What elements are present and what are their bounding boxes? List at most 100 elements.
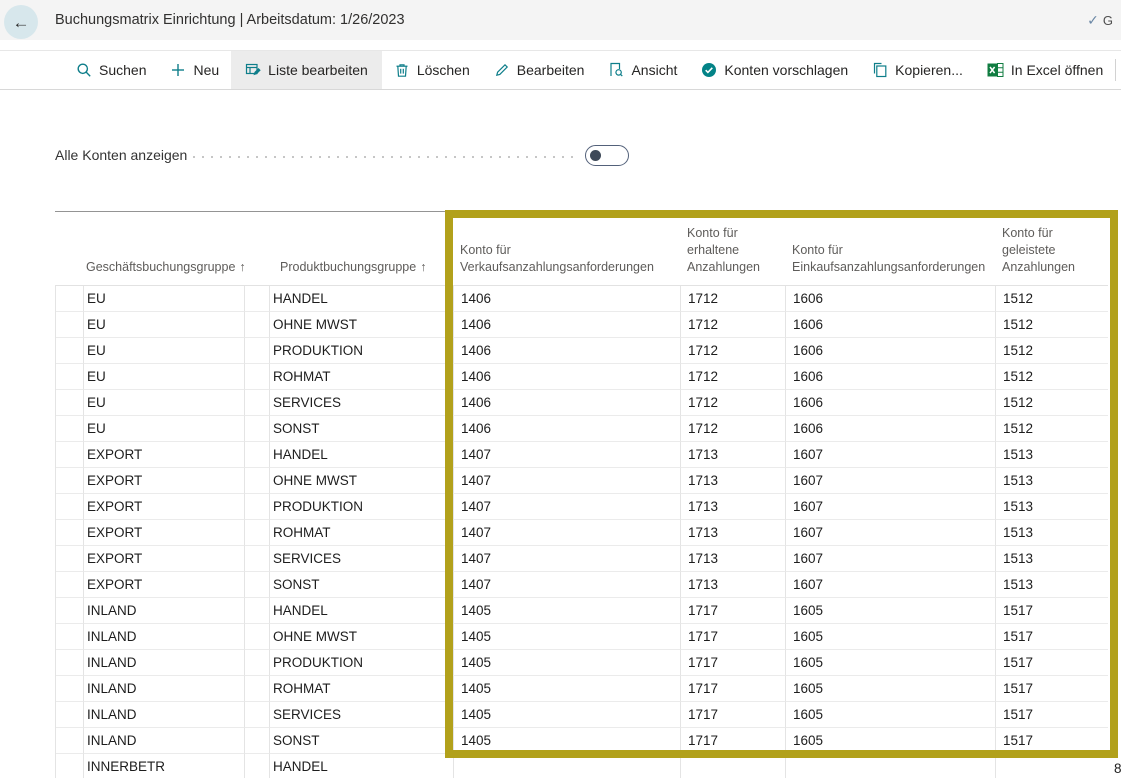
- cell-einkaufsanzahlungsanforderungen[interactable]: 1605: [786, 598, 996, 624]
- cell-verkaufsanzahlungsanforderungen[interactable]: 1406: [454, 338, 681, 364]
- cell-erhaltene-anzahlungen[interactable]: 1713: [681, 468, 786, 494]
- row-select-cell[interactable]: [56, 728, 84, 754]
- cell-einkaufsanzahlungsanforderungen[interactable]: 1605: [786, 676, 996, 702]
- cell-einkaufsanzahlungsanforderungen[interactable]: 1605: [786, 728, 996, 754]
- cell-geschaeftsbuchungsgruppe[interactable]: INLAND: [84, 702, 245, 728]
- cell-erhaltene-anzahlungen[interactable]: 1713: [681, 572, 786, 598]
- cell-erhaltene-anzahlungen[interactable]: 1717: [681, 728, 786, 754]
- cell-verkaufsanzahlungsanforderungen[interactable]: 1405: [454, 728, 681, 754]
- cell-geleistete-anzahlungen[interactable]: [996, 754, 1108, 778]
- table-row[interactable]: INLAND SERVICES 1405 1717 1605 1517: [56, 702, 1108, 728]
- cell-verkaufsanzahlungsanforderungen[interactable]: 1405: [454, 598, 681, 624]
- cell-geleistete-anzahlungen[interactable]: 1512: [996, 390, 1108, 416]
- cell-geschaeftsbuchungsgruppe[interactable]: INLAND: [84, 676, 245, 702]
- suggest-accounts-button[interactable]: Konten vorschlagen: [689, 51, 860, 89]
- row-select-cell[interactable]: [56, 416, 84, 442]
- table-row[interactable]: INLAND PRODUKTION 1405 1717 1605 1517: [56, 650, 1108, 676]
- show-all-accounts-toggle[interactable]: [585, 145, 629, 166]
- cell-erhaltene-anzahlungen[interactable]: 1712: [681, 312, 786, 338]
- cell-geleistete-anzahlungen[interactable]: 1512: [996, 416, 1108, 442]
- cell-geschaeftsbuchungsgruppe[interactable]: INNERBETR: [84, 754, 245, 778]
- cell-verkaufsanzahlungsanforderungen[interactable]: 1405: [454, 624, 681, 650]
- cell-geleistete-anzahlungen[interactable]: 1513: [996, 468, 1108, 494]
- cell-verkaufsanzahlungsanforderungen[interactable]: 1405: [454, 702, 681, 728]
- row-select-cell[interactable]: [56, 442, 84, 468]
- cell-verkaufsanzahlungsanforderungen[interactable]: 1407: [454, 442, 681, 468]
- row-select-cell[interactable]: [56, 390, 84, 416]
- table-row[interactable]: EXPORT OHNE MWST 1407 1713 1607 1513: [56, 468, 1108, 494]
- cell-verkaufsanzahlungsanforderungen[interactable]: 1406: [454, 390, 681, 416]
- cell-einkaufsanzahlungsanforderungen[interactable]: 1606: [786, 390, 996, 416]
- cell-einkaufsanzahlungsanforderungen[interactable]: 1606: [786, 312, 996, 338]
- cell-erhaltene-anzahlungen[interactable]: 1713: [681, 520, 786, 546]
- cell-produktbuchungsgruppe[interactable]: HANDEL: [270, 286, 454, 312]
- cell-produktbuchungsgruppe[interactable]: SERVICES: [270, 546, 454, 572]
- row-select-cell[interactable]: [56, 598, 84, 624]
- cell-einkaufsanzahlungsanforderungen[interactable]: 1607: [786, 494, 996, 520]
- cell-erhaltene-anzahlungen[interactable]: 1717: [681, 598, 786, 624]
- cell-produktbuchungsgruppe[interactable]: SERVICES: [270, 390, 454, 416]
- cell-einkaufsanzahlungsanforderungen[interactable]: 1606: [786, 338, 996, 364]
- cell-geschaeftsbuchungsgruppe[interactable]: EU: [84, 364, 245, 390]
- cell-geleistete-anzahlungen[interactable]: 1513: [996, 520, 1108, 546]
- cell-produktbuchungsgruppe[interactable]: OHNE MWST: [270, 624, 454, 650]
- cell-produktbuchungsgruppe[interactable]: PRODUKTION: [270, 494, 454, 520]
- cell-produktbuchungsgruppe[interactable]: OHNE MWST: [270, 312, 454, 338]
- cell-verkaufsanzahlungsanforderungen[interactable]: 1405: [454, 650, 681, 676]
- view-button[interactable]: Ansicht: [596, 51, 689, 89]
- cell-geleistete-anzahlungen[interactable]: 1513: [996, 494, 1108, 520]
- cell-geleistete-anzahlungen[interactable]: 1517: [996, 728, 1108, 754]
- cell-produktbuchungsgruppe[interactable]: SONST: [270, 572, 454, 598]
- cell-verkaufsanzahlungsanforderungen[interactable]: 1407: [454, 546, 681, 572]
- cell-erhaltene-anzahlungen[interactable]: 1717: [681, 702, 786, 728]
- cell-verkaufsanzahlungsanforderungen[interactable]: 1406: [454, 286, 681, 312]
- table-row[interactable]: EU SONST 1406 1712 1606 1512: [56, 416, 1108, 442]
- cell-geleistete-anzahlungen[interactable]: 1513: [996, 572, 1108, 598]
- cell-produktbuchungsgruppe[interactable]: SONST: [270, 416, 454, 442]
- cell-geleistete-anzahlungen[interactable]: 1517: [996, 650, 1108, 676]
- cell-verkaufsanzahlungsanforderungen[interactable]: 1407: [454, 520, 681, 546]
- table-row[interactable]: EXPORT PRODUKTION 1407 1713 1607 1513: [56, 494, 1108, 520]
- table-row[interactable]: INNERBETR HANDEL: [56, 754, 1108, 778]
- column-header-geschaeftsbuchungsgruppe[interactable]: Geschäftsbuchungsgruppe ↑: [83, 213, 244, 285]
- cell-geschaeftsbuchungsgruppe[interactable]: INLAND: [84, 728, 245, 754]
- table-row[interactable]: EXPORT HANDEL 1407 1713 1607 1513: [56, 442, 1108, 468]
- table-row[interactable]: INLAND HANDEL 1405 1717 1605 1517: [56, 598, 1108, 624]
- cell-geschaeftsbuchungsgruppe[interactable]: EXPORT: [84, 546, 245, 572]
- cell-geschaeftsbuchungsgruppe[interactable]: EXPORT: [84, 468, 245, 494]
- cell-erhaltene-anzahlungen[interactable]: 1713: [681, 442, 786, 468]
- copy-button[interactable]: Kopieren...: [860, 51, 975, 89]
- column-header-erhaltene-anzahlungen[interactable]: Konto für erhaltene Anzahlungen: [680, 213, 785, 285]
- cell-erhaltene-anzahlungen[interactable]: 1717: [681, 624, 786, 650]
- cell-geschaeftsbuchungsgruppe[interactable]: INLAND: [84, 598, 245, 624]
- cell-geschaeftsbuchungsgruppe[interactable]: EU: [84, 286, 245, 312]
- cell-erhaltene-anzahlungen[interactable]: 1713: [681, 546, 786, 572]
- cell-produktbuchungsgruppe[interactable]: HANDEL: [270, 598, 454, 624]
- cell-geleistete-anzahlungen[interactable]: 1517: [996, 676, 1108, 702]
- cell-produktbuchungsgruppe[interactable]: HANDEL: [270, 754, 454, 778]
- row-select-cell[interactable]: [56, 364, 84, 390]
- delete-button[interactable]: Löschen: [382, 51, 482, 89]
- edit-list-button[interactable]: Liste bearbeiten: [231, 51, 382, 89]
- table-row[interactable]: INLAND OHNE MWST 1405 1717 1605 1517: [56, 624, 1108, 650]
- table-row[interactable]: INLAND SONST 1405 1717 1605 1517: [56, 728, 1108, 754]
- cell-produktbuchungsgruppe[interactable]: ROHMAT: [270, 520, 454, 546]
- row-select-cell[interactable]: [56, 468, 84, 494]
- open-in-excel-button[interactable]: In Excel öffnen: [975, 51, 1115, 89]
- new-button[interactable]: Neu: [158, 51, 231, 89]
- cell-geschaeftsbuchungsgruppe[interactable]: EU: [84, 312, 245, 338]
- cell-geleistete-anzahlungen[interactable]: 1512: [996, 312, 1108, 338]
- cell-geleistete-anzahlungen[interactable]: 1512: [996, 338, 1108, 364]
- cell-verkaufsanzahlungsanforderungen[interactable]: 1406: [454, 364, 681, 390]
- cell-erhaltene-anzahlungen[interactable]: 1712: [681, 390, 786, 416]
- cell-produktbuchungsgruppe[interactable]: OHNE MWST: [270, 468, 454, 494]
- column-header-einkaufsanzahlungsanforderungen[interactable]: Konto für Einkaufsanzahlungsanforderunge…: [785, 213, 995, 285]
- cell-erhaltene-anzahlungen[interactable]: 1712: [681, 286, 786, 312]
- cell-verkaufsanzahlungsanforderungen[interactable]: 1406: [454, 416, 681, 442]
- edit-button[interactable]: Bearbeiten: [482, 51, 597, 89]
- cell-einkaufsanzahlungsanforderungen[interactable]: 1605: [786, 624, 996, 650]
- cell-geschaeftsbuchungsgruppe[interactable]: EXPORT: [84, 442, 245, 468]
- table-row[interactable]: EU SERVICES 1406 1712 1606 1512: [56, 390, 1108, 416]
- table-row[interactable]: EU HANDEL 1406 1712 1606 1512: [56, 286, 1108, 312]
- cell-verkaufsanzahlungsanforderungen[interactable]: 1407: [454, 468, 681, 494]
